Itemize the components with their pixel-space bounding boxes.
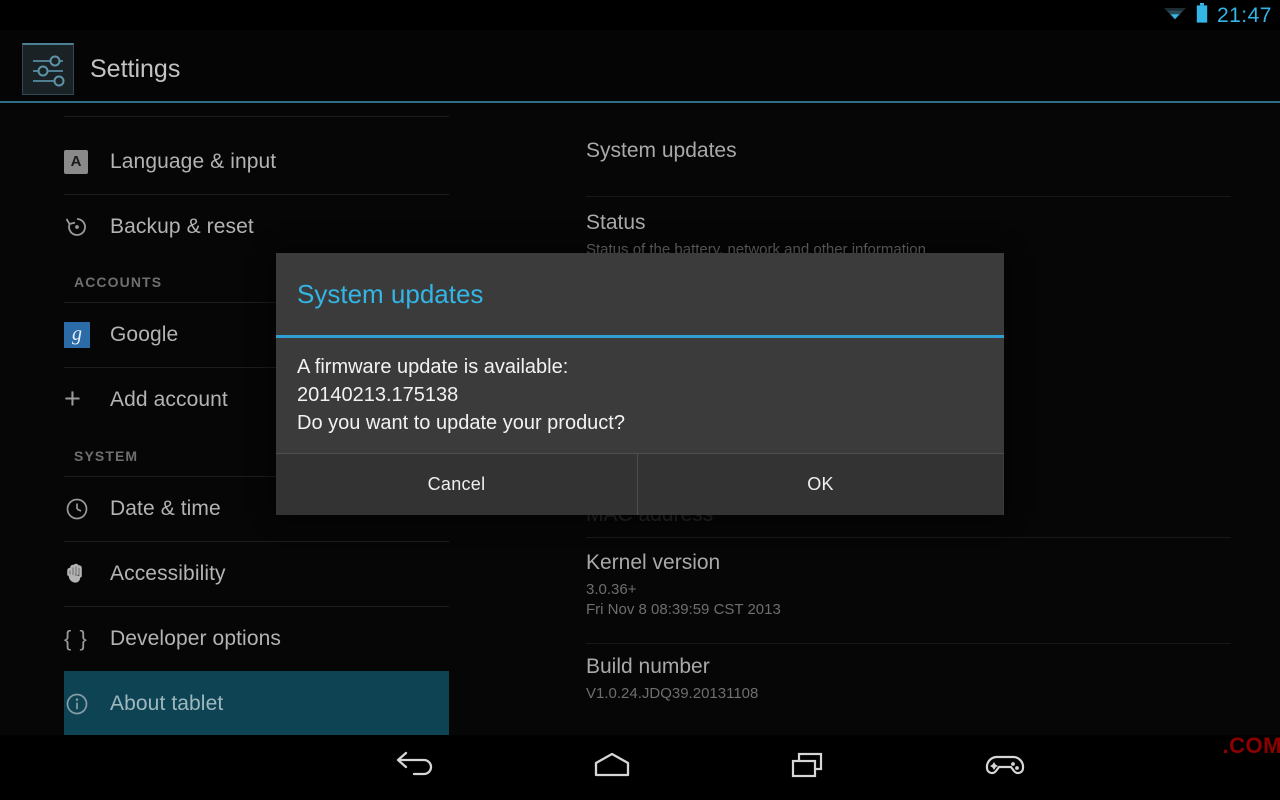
back-icon	[394, 749, 436, 786]
back-button[interactable]	[370, 735, 460, 800]
android-tablet-screen: 21:47 Settings A Language & input Backup…	[0, 0, 1280, 800]
dialog-message: A firmware update is available: 20140213…	[297, 353, 985, 437]
watermark: .COM	[1222, 733, 1280, 758]
gamepad-button[interactable]	[960, 735, 1050, 800]
dialog-message-line-2: 20140213.175138	[297, 384, 459, 406]
recents-button[interactable]	[763, 735, 853, 800]
cancel-button[interactable]: Cancel	[276, 454, 638, 515]
gamepad-icon	[982, 749, 1028, 786]
system-updates-dialog: System updates A firmware update is avai…	[276, 253, 1004, 515]
dialog-accent-rule	[276, 335, 1004, 338]
home-icon	[590, 749, 634, 786]
navigation-buttons	[370, 735, 1050, 800]
dialog-message-line-1: A firmware update is available:	[297, 356, 569, 378]
dialog-message-line-3: Do you want to update your product?	[297, 412, 625, 434]
dialog-title: System updates	[297, 279, 484, 309]
navigation-bar	[0, 735, 1280, 800]
recents-icon	[787, 749, 829, 786]
home-button[interactable]	[567, 735, 657, 800]
ok-button[interactable]: OK	[638, 454, 1003, 515]
dialog-button-bar: Cancel OK	[276, 453, 1004, 515]
